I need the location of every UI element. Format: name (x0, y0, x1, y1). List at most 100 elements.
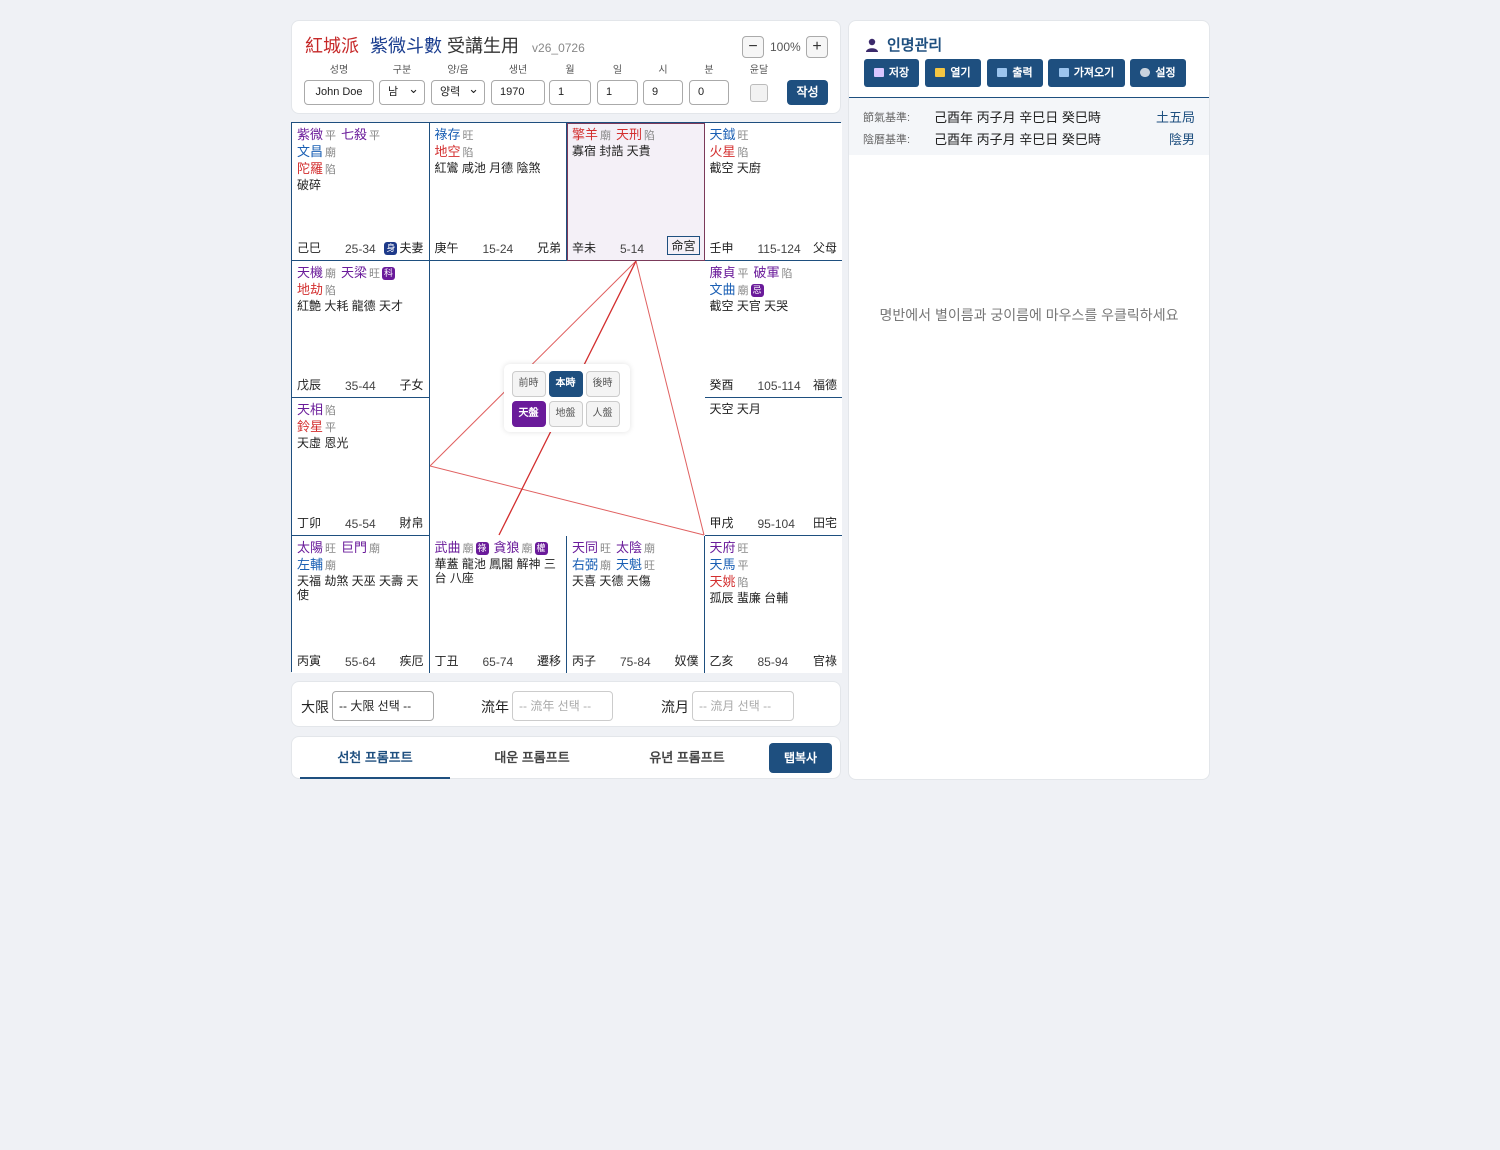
earth-plate-button[interactable]: 地盤 (548, 400, 583, 427)
star-name[interactable]: 天刑 (616, 127, 642, 142)
open-button[interactable]: 열기 (925, 59, 981, 87)
star-name[interactable]: 武曲 (435, 540, 461, 555)
star-name[interactable]: 火星 (710, 144, 736, 159)
star-name[interactable]: 擎羊 (572, 127, 598, 142)
star-name[interactable]: 文昌 (297, 144, 323, 159)
star-name[interactable]: 陀羅 (297, 161, 323, 176)
star-name[interactable]: 天鉞 (710, 127, 736, 142)
liunian-select[interactable]: -- 流年 선택 -- (512, 691, 613, 721)
star-name[interactable]: 貪狼 (494, 540, 520, 555)
prev-time-button[interactable]: 前時 (511, 370, 546, 397)
person-management-panel: 인명관리 저장 열기 출력 가져오기 설정 節氣基準: 己酉年 丙子月 辛巳日 … (848, 20, 1210, 780)
zoom-out-button[interactable]: − (742, 36, 764, 58)
tab-natal-prompt[interactable]: 선천 프롬프트 (300, 739, 450, 779)
star-name[interactable]: 紫微 (297, 127, 323, 142)
hour-field-group: 시 9 (643, 64, 683, 105)
palace-6[interactable]: 天相陷鈴星平天虛 恩光 丁卯 45-54 財帛 (292, 398, 430, 536)
leap-checkbox[interactable] (750, 84, 768, 102)
star-name[interactable]: 天魁 (616, 557, 642, 572)
palace-name[interactable]: 福德 (813, 376, 837, 393)
gear-icon (1140, 68, 1151, 77)
print-button[interactable]: 출력 (987, 59, 1043, 87)
star-name[interactable]: 天相 (297, 402, 323, 417)
save-button[interactable]: 저장 (864, 59, 919, 87)
daxian-select[interactable]: -- 大限 선택 -- (332, 691, 434, 721)
palace-name[interactable]: 命宮 (667, 235, 700, 255)
palace-ganzhi: 丙寅 (297, 654, 322, 668)
year-input[interactable]: 1970 (491, 80, 545, 105)
palace-7[interactable]: 天空 天月 甲戌 95-104 田宅 (704, 398, 842, 536)
palace-name[interactable]: 子女 (399, 376, 423, 393)
star-name[interactable]: 右弼 (572, 557, 598, 572)
star-name[interactable]: 天機 (297, 265, 323, 280)
star-brightness: 平 (325, 130, 337, 142)
import-button[interactable]: 가져오기 (1048, 59, 1125, 87)
this-time-button[interactable]: 本時 (548, 370, 583, 397)
palace-name[interactable]: 父母 (813, 239, 837, 256)
star-brightness: 廟 (644, 542, 656, 555)
heaven-plate-button[interactable]: 天盤 (511, 400, 546, 427)
palace-name[interactable]: 田宅 (813, 514, 837, 531)
palace-10[interactable]: 天同旺太陰廟右弼廟天魁旺天喜 天德 天傷 丙子 75-84 奴僕 (567, 535, 705, 673)
palace-name[interactable]: 財帛 (399, 514, 423, 531)
palace-name-text: 財帛 (399, 515, 424, 530)
calendar-select[interactable]: 양력 (431, 77, 485, 105)
star-name[interactable]: 七殺 (341, 127, 367, 142)
day-input[interactable]: 1 (597, 80, 638, 105)
palace-1[interactable]: 祿存旺地空陷紅鸞 咸池 月德 陰煞 庚午 15-24 兄弟 (429, 123, 567, 261)
liuyue-select[interactable]: -- 流月 선택 -- (692, 691, 794, 721)
star-name[interactable]: 太陽 (297, 540, 323, 555)
palace-0[interactable]: 紫微平七殺平文昌廟陀羅陷破碎 己巳 25-34 身夫妻 (292, 123, 430, 261)
palace-name[interactable]: 疾厄 (399, 652, 423, 669)
tab-yunyeon-prompt[interactable]: 유년 프롬프트 (612, 739, 762, 779)
star-name[interactable]: 巨門 (341, 540, 367, 555)
palace-name[interactable]: 遷移 (537, 652, 561, 669)
palace-2[interactable]: 擎羊廟天刑陷寡宿 封誥 天貴 辛未 5-14 命宮 (567, 123, 705, 261)
star-name[interactable]: 地空 (435, 144, 461, 159)
minute-input[interactable]: 0 (689, 80, 729, 105)
palace-name[interactable]: 官祿 (813, 652, 837, 669)
copy-tab-button[interactable]: 탭복사 (769, 743, 832, 773)
palace-5[interactable]: 廉貞平破軍陷文曲廟忌截空 天官 天哭 癸酉 105-114 福德 (704, 260, 842, 398)
star-name[interactable]: 天姚 (710, 574, 736, 589)
star-brightness: 旺 (325, 542, 337, 555)
settings-button[interactable]: 설정 (1130, 59, 1186, 87)
star-name[interactable]: 祿存 (435, 127, 461, 142)
palace-name[interactable]: 身夫妻 (384, 239, 424, 256)
write-button[interactable]: 작성 (787, 80, 828, 105)
star-name[interactable]: 破軍 (754, 265, 780, 280)
lunar-basis-key: 陰曆基準: (863, 134, 911, 146)
inbox-icon (1058, 68, 1069, 77)
star-name[interactable]: 文曲 (710, 282, 736, 297)
name-input[interactable]: John Doe (304, 80, 374, 105)
gender-select[interactable]: 남 (379, 77, 425, 105)
palace-age-range: 45-54 (345, 516, 376, 531)
palace-9[interactable]: 武曲廟祿貪狼廟權華蓋 龍池 鳳閣 解神 三台 八座 丁丑 65-74 遷移 (429, 535, 567, 673)
star-name[interactable]: 左輔 (297, 557, 323, 572)
star-name[interactable]: 天同 (572, 540, 598, 555)
palace-name[interactable]: 兄弟 (537, 239, 561, 256)
human-plate-button[interactable]: 人盤 (585, 400, 620, 427)
palace-4[interactable]: 天機廟天梁旺科地劫陷紅艶 大耗 龍德 天才 戊辰 35-44 子女 (292, 260, 430, 398)
star-name[interactable]: 廉貞 (710, 265, 736, 280)
star-name[interactable]: 天府 (710, 540, 736, 555)
minute-label: 분 (704, 65, 714, 76)
star-name[interactable]: 太陰 (616, 540, 642, 555)
star-line: 鈴星平 (297, 418, 341, 437)
star-name[interactable]: 地劫 (297, 282, 323, 297)
palace-3[interactable]: 天鉞旺火星陷截空 天廚 壬申 115-124 父母 (704, 123, 842, 261)
calendar-field-group: 양/음 양력 (431, 64, 485, 105)
star-name[interactable]: 鈴星 (297, 419, 323, 434)
chart-basis-info: 節氣基準: 己酉年 丙子月 辛巳日 癸巳時 土五局 陰曆基準: 己酉年 丙子月 … (849, 98, 1209, 155)
hour-input[interactable]: 9 (643, 80, 683, 105)
palace-age-range: 35-44 (345, 379, 376, 393)
zoom-in-button[interactable]: + (806, 36, 828, 58)
tab-daeun-prompt[interactable]: 대운 프롬프트 (457, 739, 607, 779)
palace-11[interactable]: 天府旺天馬平天姚陷孤辰 蜚廉 台輔 乙亥 85-94 官祿 (704, 535, 842, 673)
palace-8[interactable]: 太陽旺巨門廟左輔廟天福 劫煞 天巫 天壽 天使 丙寅 55-64 疾厄 (292, 535, 430, 673)
palace-name[interactable]: 奴僕 (674, 652, 698, 669)
star-name[interactable]: 天馬 (710, 557, 736, 572)
next-time-button[interactable]: 後時 (585, 370, 620, 397)
month-input[interactable]: 1 (549, 80, 591, 105)
star-name[interactable]: 天梁 (341, 265, 367, 280)
